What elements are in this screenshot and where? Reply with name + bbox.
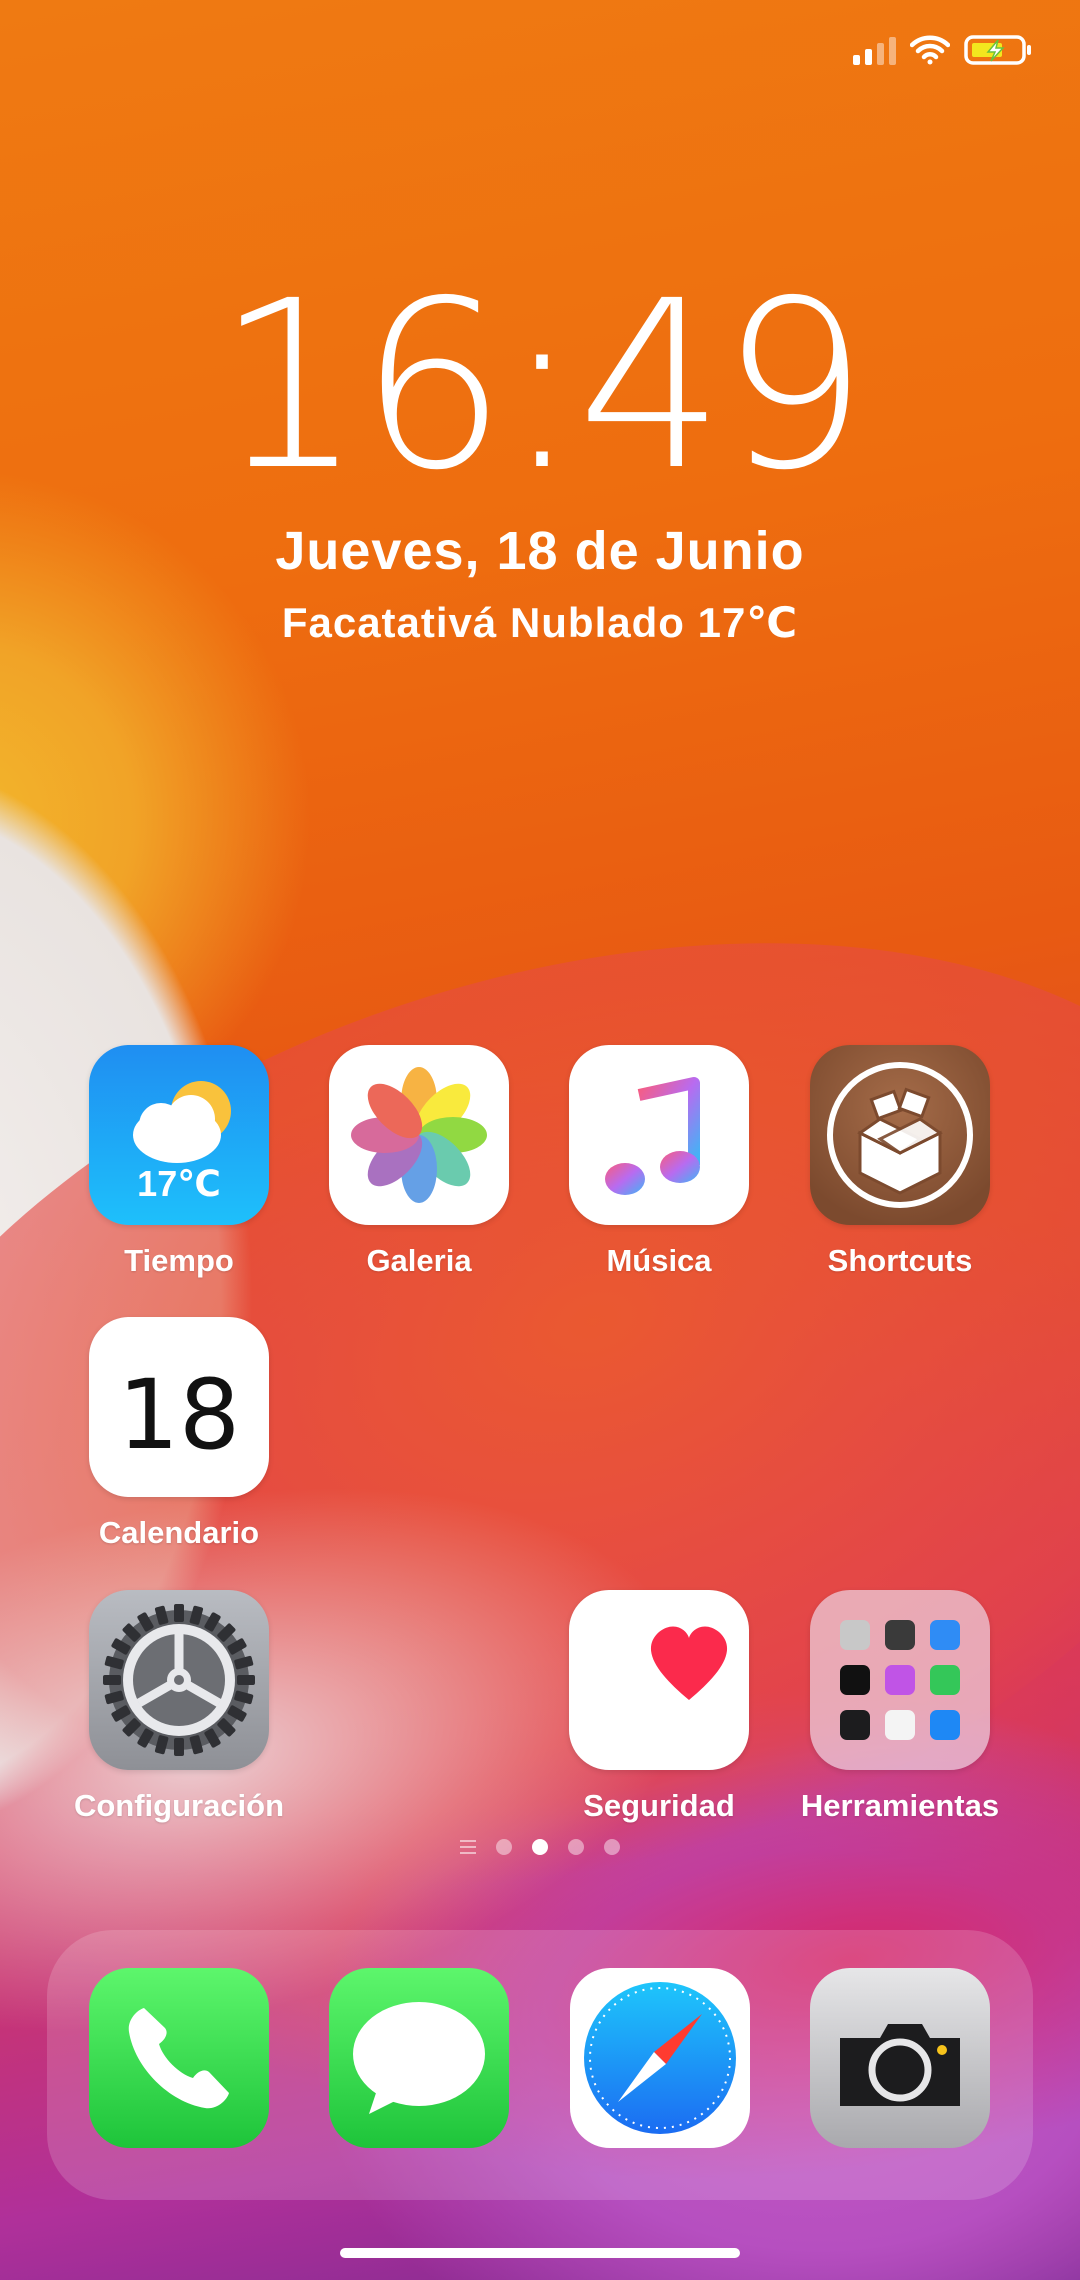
mini-app-icon <box>930 1665 960 1695</box>
app-label: Configuración <box>73 1788 285 1823</box>
app-label: Galeria <box>366 1243 472 1278</box>
app-musica[interactable]: Música <box>539 1045 779 1279</box>
mini-app-icon <box>930 1620 960 1650</box>
weather-icon: 17℃ <box>89 1045 269 1225</box>
mini-app-icon <box>885 1665 915 1695</box>
photos-icon <box>329 1045 509 1225</box>
app-configuracion[interactable]: Configuración <box>59 1590 299 1824</box>
page-dot <box>568 1839 584 1855</box>
settings-gear-icon <box>89 1590 269 1770</box>
mini-app-icon <box>840 1710 870 1740</box>
app-label: Shortcuts <box>827 1243 973 1278</box>
app-calendario[interactable]: 18 Calendario <box>59 1317 299 1551</box>
mini-app-icon <box>930 1710 960 1740</box>
phone-icon[interactable] <box>89 1968 269 2148</box>
mini-app-icon <box>840 1665 870 1695</box>
page-dot-active <box>532 1839 548 1855</box>
cydia-box-icon <box>810 1045 990 1225</box>
app-label: Seguridad <box>583 1788 735 1823</box>
app-herramientas[interactable]: Herramientas <box>780 1590 1020 1824</box>
mini-app-icon <box>885 1710 915 1740</box>
page-indicator[interactable] <box>0 1839 1080 1855</box>
app-label: Tiempo <box>124 1243 234 1278</box>
calendar-icon: 18 <box>89 1317 269 1497</box>
lock-weather: Facatativá Nublado 17℃ <box>281 599 799 646</box>
safari-compass-icon[interactable] <box>570 1968 750 2148</box>
calendar-day: 18 <box>117 1359 241 1471</box>
battery-charging-icon <box>964 34 1034 66</box>
app-tiempo[interactable]: 17℃ Tiempo <box>59 1045 299 1279</box>
lock-time: 16:49 <box>215 251 869 521</box>
mini-app-icon <box>840 1620 870 1650</box>
messages-icon[interactable] <box>329 1968 509 2148</box>
status-bar <box>853 28 1034 72</box>
weather-icon-temp: 17℃ <box>137 1163 221 1204</box>
app-label: Calendario <box>98 1515 260 1550</box>
wifi-icon <box>910 35 950 65</box>
page-dot <box>496 1839 512 1855</box>
app-seguridad[interactable]: Seguridad <box>539 1590 779 1824</box>
health-heart-icon <box>569 1590 749 1770</box>
app-label: Herramientas <box>800 1788 1000 1823</box>
page-dot <box>604 1839 620 1855</box>
folder-icon <box>810 1590 990 1770</box>
mini-app-icon <box>885 1620 915 1650</box>
camera-icon[interactable] <box>810 1968 990 2148</box>
home-indicator[interactable] <box>340 2248 740 2258</box>
cellular-signal-icon <box>853 35 896 65</box>
list-view-icon <box>460 1840 476 1854</box>
app-label: Música <box>606 1243 712 1278</box>
app-galeria[interactable]: Galeria <box>299 1045 539 1279</box>
lock-date: Jueves, 18 de Junio <box>275 521 805 581</box>
music-icon <box>569 1045 749 1225</box>
app-shortcuts[interactable]: Shortcuts <box>780 1045 1020 1279</box>
